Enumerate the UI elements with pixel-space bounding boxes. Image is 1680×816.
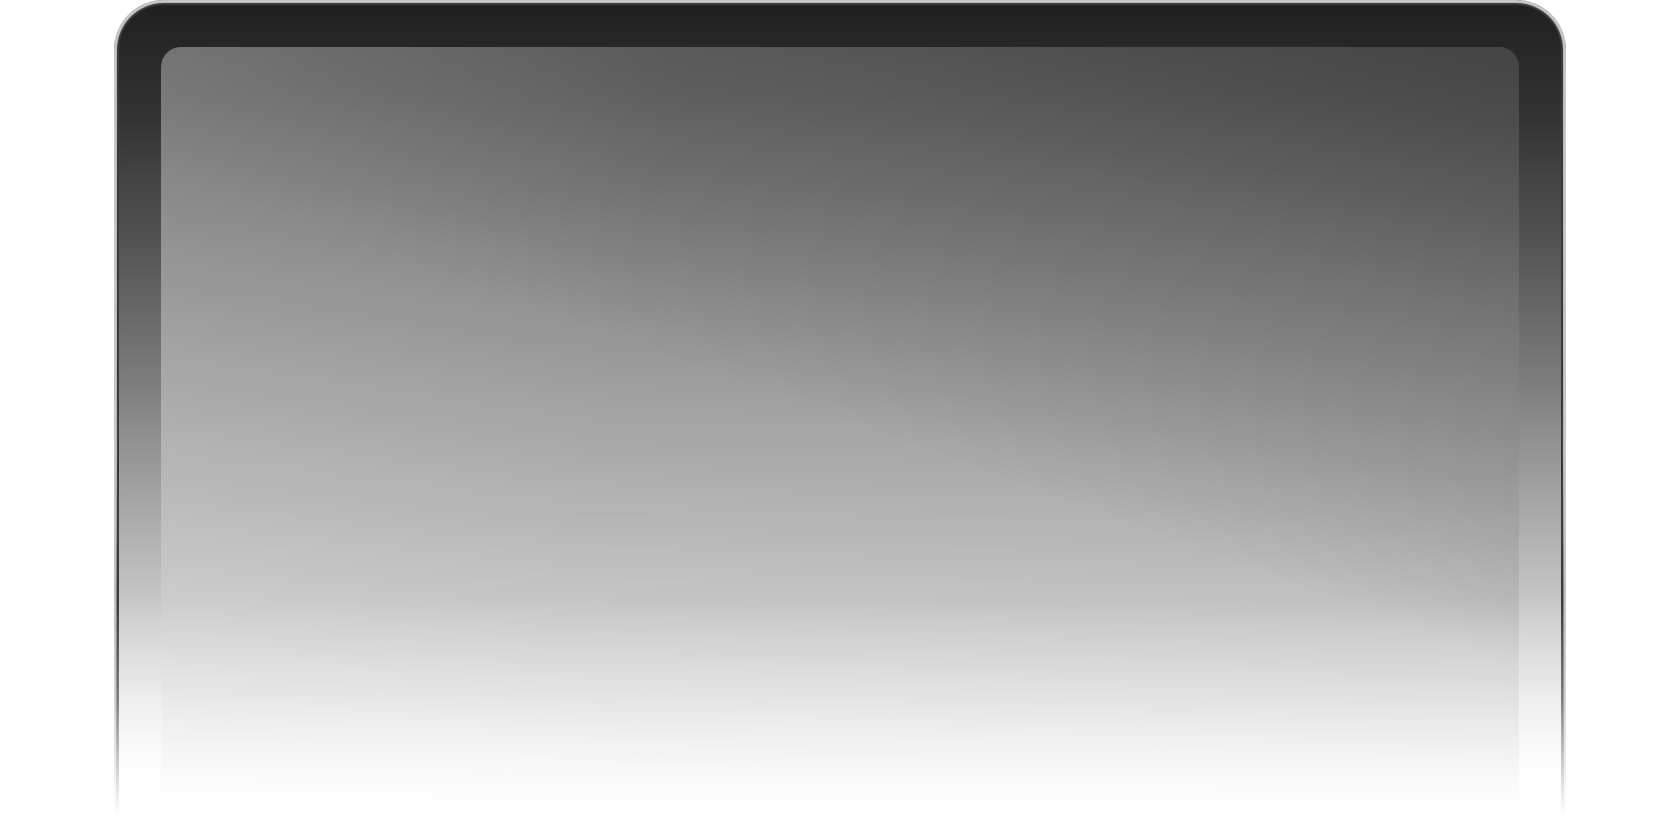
- bottom-fade-overlay: [0, 600, 1680, 816]
- device-mockup-stage: [0, 0, 1680, 816]
